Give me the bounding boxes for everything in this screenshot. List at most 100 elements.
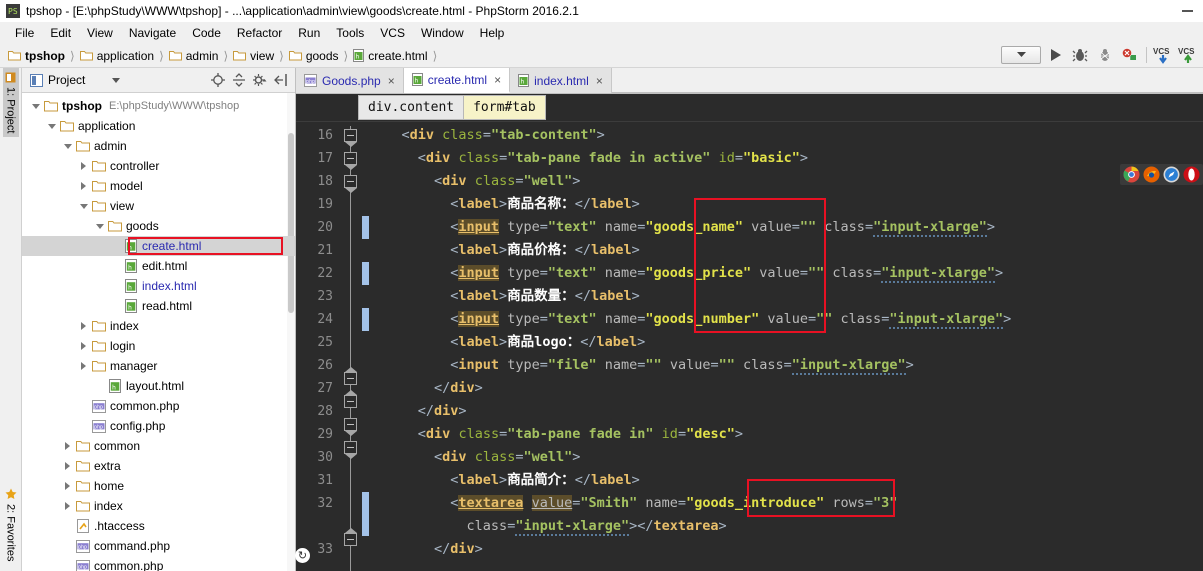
firefox-icon[interactable]: [1143, 166, 1160, 183]
code-editor[interactable]: 16 17 18 19 20 21 22 23 24 25 26 27 28 29 30 31 32 33: [296, 122, 1203, 571]
tree-twisty[interactable]: [78, 321, 89, 332]
menu-view[interactable]: View: [80, 24, 120, 42]
chrome-icon[interactable]: [1123, 166, 1140, 183]
menu-code[interactable]: Code: [185, 24, 228, 42]
tree-item-edit-html[interactable]: h edit.html: [22, 256, 295, 276]
tree-twisty[interactable]: [78, 201, 89, 212]
safari-icon[interactable]: [1163, 166, 1180, 183]
tree-item-goods[interactable]: goods: [22, 216, 295, 236]
change-bar-line-32[interactable]: [362, 492, 369, 536]
menu-help[interactable]: Help: [473, 24, 512, 42]
code-folding-gutter[interactable]: [340, 122, 362, 571]
tree-item-admin[interactable]: admin: [22, 136, 295, 156]
vcs-commit-button[interactable]: VCS: [1177, 45, 1199, 65]
stop-button[interactable]: [1119, 45, 1141, 65]
tree-item-layout-html[interactable]: h layout.html: [22, 376, 295, 396]
chevron-down-icon[interactable]: [112, 77, 121, 83]
change-bar-line-20[interactable]: [362, 216, 369, 239]
tree-item-command-php[interactable]: php command.php: [22, 536, 295, 556]
editor-tab-goods-php[interactable]: php Goods.php ×: [296, 68, 404, 93]
tree-item-model[interactable]: model: [22, 176, 295, 196]
tree-item-read-html[interactable]: h read.html: [22, 296, 295, 316]
tree-item-index[interactable]: index: [22, 316, 295, 336]
breadcrumb-create-html[interactable]: h create.html: [353, 49, 428, 63]
tree-twisty[interactable]: [62, 481, 73, 492]
menu-run[interactable]: Run: [291, 24, 327, 42]
tree-item-common-php[interactable]: php common.php: [22, 556, 295, 571]
tree-item-home[interactable]: home: [22, 476, 295, 496]
vcs-update-button[interactable]: VCS: [1152, 45, 1174, 65]
tree-twisty[interactable]: [62, 141, 73, 152]
tree-item-index-html[interactable]: h index.html: [22, 276, 295, 296]
fold-toggle-16[interactable]: [344, 129, 357, 142]
element-path-form-tab[interactable]: form#tab: [464, 95, 546, 120]
tree-item-common[interactable]: common: [22, 436, 295, 456]
tree-twisty[interactable]: [78, 181, 89, 192]
fold-toggle-18[interactable]: [344, 175, 357, 188]
tree-twisty[interactable]: [78, 361, 89, 372]
fold-toggle-29[interactable]: [344, 418, 357, 431]
tree-twisty[interactable]: [30, 101, 41, 112]
tree-item-view[interactable]: view: [22, 196, 295, 216]
tree-twisty[interactable]: [62, 501, 73, 512]
tree-twisty[interactable]: [78, 341, 89, 352]
tree-twisty[interactable]: [62, 461, 73, 472]
debug-button[interactable]: [1069, 45, 1091, 65]
opera-icon[interactable]: [1183, 166, 1200, 183]
tree-item-common-php[interactable]: php common.php: [22, 396, 295, 416]
close-icon[interactable]: ×: [596, 74, 603, 88]
tree-item--htaccess[interactable]: .htaccess: [22, 516, 295, 536]
code-text-area[interactable]: <div class="tab-content"> <div class="ta…: [369, 122, 1203, 571]
fold-toggle-27[interactable]: [344, 372, 357, 385]
fold-toggle-17[interactable]: [344, 152, 357, 165]
fold-toggle-33[interactable]: [344, 533, 357, 546]
change-bar-line-24[interactable]: [362, 308, 369, 331]
menu-tools[interactable]: Tools: [329, 24, 371, 42]
tree-item-login[interactable]: login: [22, 336, 295, 356]
target-icon[interactable]: [209, 72, 226, 89]
editor-tab-create-html[interactable]: h create.html ×: [403, 68, 511, 93]
tree-item-create-html[interactable]: h create.html: [22, 236, 295, 256]
breadcrumb-view[interactable]: view: [233, 49, 274, 63]
fold-toggle-30[interactable]: [344, 441, 357, 454]
breadcrumb-goods[interactable]: goods: [288, 49, 339, 63]
minimize-button[interactable]: [1171, 0, 1203, 22]
menu-window[interactable]: Window: [414, 24, 471, 42]
coverage-button[interactable]: [1094, 45, 1116, 65]
menu-navigate[interactable]: Navigate: [122, 24, 183, 42]
tree-item-extra[interactable]: extra: [22, 456, 295, 476]
editor-tab-index-html[interactable]: h index.html ×: [510, 68, 612, 93]
menu-vcs[interactable]: VCS: [373, 24, 412, 42]
close-icon[interactable]: ×: [388, 74, 395, 88]
breadcrumb-tpshop[interactable]: tpshop: [8, 49, 65, 63]
close-icon[interactable]: ×: [494, 73, 501, 87]
rail-tab-project[interactable]: 1: Project: [2, 68, 19, 138]
breadcrumb-admin[interactable]: admin: [168, 49, 218, 63]
tree-twisty[interactable]: [78, 161, 89, 172]
tree-twisty[interactable]: [46, 121, 57, 132]
svg-text:h: h: [356, 54, 360, 61]
tree-item-manager[interactable]: manager: [22, 356, 295, 376]
tree-item-index[interactable]: index: [22, 496, 295, 516]
tree-item-controller[interactable]: controller: [22, 156, 295, 176]
tree-item-config-php[interactable]: php config.php: [22, 416, 295, 436]
breadcrumb-application[interactable]: application: [79, 49, 154, 63]
project-panel-title-group[interactable]: Project: [26, 71, 126, 89]
rail-tab-favorites[interactable]: 2: Favorites: [3, 484, 19, 565]
tree-twisty[interactable]: [94, 221, 105, 232]
tree-item-application[interactable]: application: [22, 116, 295, 136]
hide-panel-icon[interactable]: [272, 72, 289, 89]
expand-icon[interactable]: [230, 72, 247, 89]
gear-icon[interactable]: [251, 72, 268, 89]
change-bar-line-22[interactable]: [362, 262, 369, 285]
tree-twisty[interactable]: [62, 441, 73, 452]
run-configuration-combo[interactable]: [1001, 46, 1041, 64]
menu-file[interactable]: File: [8, 24, 41, 42]
fold-toggle-28[interactable]: [344, 395, 357, 408]
menu-refactor[interactable]: Refactor: [230, 24, 289, 42]
menu-edit[interactable]: Edit: [43, 24, 78, 42]
element-path-div-content[interactable]: div.content: [358, 95, 465, 120]
run-button[interactable]: [1044, 45, 1066, 65]
tree-item-tpshop[interactable]: tpshop E:\phpStudy\WWW\tpshop: [22, 96, 295, 116]
project-tree[interactable]: tpshop E:\phpStudy\WWW\tpshop application a…: [22, 93, 295, 571]
